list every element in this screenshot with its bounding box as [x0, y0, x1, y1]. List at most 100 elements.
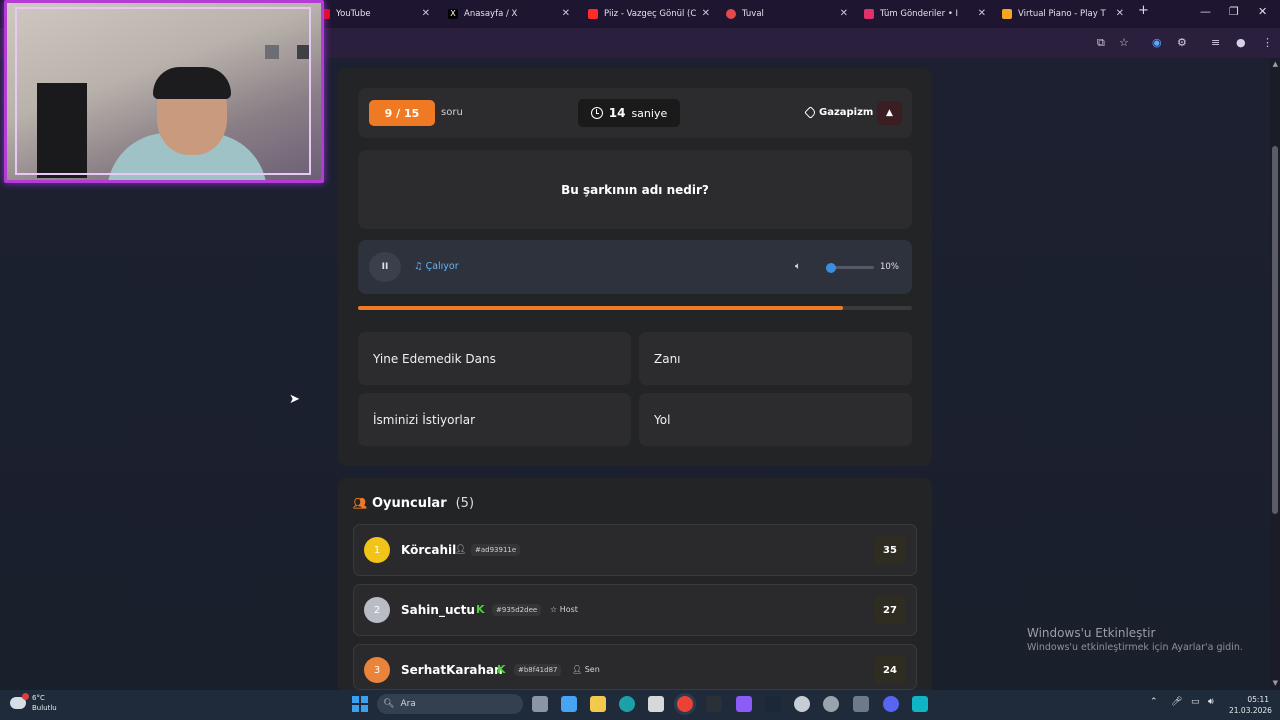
youtube-icon — [588, 9, 598, 19]
song-progress-fill — [358, 306, 843, 310]
close-icon[interactable]: ✕ — [702, 8, 710, 19]
extensions-icon[interactable]: ⚙ — [1177, 36, 1187, 49]
countdown-timer: 14 saniye — [578, 99, 680, 127]
microphone-icon[interactable]: 🎤︎ — [1171, 697, 1182, 707]
music-note-icon: ♫ — [414, 261, 423, 272]
app-icon[interactable] — [736, 696, 752, 712]
tab-title: YouTube — [336, 9, 371, 19]
kick-logo-icon: K — [497, 663, 506, 676]
close-icon[interactable]: ✕ — [422, 8, 430, 19]
rank-badge: 2 — [364, 597, 390, 623]
player-name: Körcahil — [401, 543, 457, 557]
tab-youtube-song[interactable]: Piiz - Vazgeç Gönül (Cove ✕ — [580, 0, 718, 28]
volume-percent: 10% — [880, 262, 899, 272]
audio-playing-icon[interactable]: ◉ — [1152, 36, 1162, 49]
volume-icon[interactable]: 🔈︎ — [795, 261, 801, 272]
close-icon[interactable]: ✕ — [1116, 8, 1124, 19]
webcam-overlay — [4, 0, 324, 183]
player-id: #ad93911e — [471, 544, 521, 556]
task-view-icon[interactable] — [532, 696, 548, 712]
you-badge-label: Sen — [584, 665, 600, 674]
tray-chevron-icon[interactable]: ⌃ — [1150, 697, 1158, 707]
close-icon[interactable]: ✕ — [840, 8, 848, 19]
widgets-icon[interactable] — [561, 696, 577, 712]
weather-widget[interactable]: 6°C Bulutlu — [10, 693, 57, 713]
host-badge-label: Host — [559, 605, 578, 614]
close-icon[interactable]: ✕ — [562, 8, 570, 19]
settings-gear-icon[interactable] — [823, 696, 839, 712]
cloud-icon — [10, 693, 29, 709]
mouse-cursor-icon: ➤ — [289, 392, 300, 407]
steam-icon[interactable] — [765, 696, 781, 712]
clock-time: 05:11 — [1247, 695, 1269, 704]
scroll-down-icon[interactable]: ▼ — [1273, 679, 1278, 687]
file-explorer-icon[interactable] — [590, 696, 606, 712]
minimize-icon[interactable]: — — [1200, 5, 1211, 18]
profile-avatar-icon[interactable]: ● — [1236, 36, 1246, 49]
tab-virtual-piano[interactable]: Virtual Piano - Play The B ✕ — [994, 0, 1132, 28]
taskbar-search[interactable]: 🔍︎ Ara — [377, 694, 523, 714]
start-button[interactable] — [352, 696, 368, 712]
kick-logo-icon: K — [476, 603, 485, 616]
scroll-up-icon[interactable]: ▲ — [1273, 60, 1278, 68]
player-name: SerhatKarahan — [401, 663, 503, 677]
new-tab-button[interactable]: + — [1138, 3, 1149, 18]
chrome-icon[interactable] — [677, 696, 693, 712]
users-icon: 👥︎ — [353, 497, 367, 510]
tab-title: Virtual Piano - Play The B — [1018, 9, 1106, 19]
player-score: 24 — [874, 656, 906, 684]
close-icon[interactable]: ✕ — [978, 8, 986, 19]
weather-text: 6°C Bulutlu — [32, 693, 57, 713]
search-placeholder: Ara — [400, 699, 416, 709]
answer-option[interactable]: Yol — [639, 393, 912, 446]
pause-button[interactable]: II — [369, 252, 401, 282]
tab-youtube[interactable]: YouTube ✕ — [312, 0, 438, 28]
terminal-app-icon[interactable] — [706, 696, 722, 712]
network-icon[interactable]: ▭ — [1191, 697, 1200, 707]
bookmark-star-icon[interactable]: ☆ — [1119, 36, 1129, 49]
volume-slider-handle[interactable] — [826, 263, 836, 273]
restore-icon[interactable]: ❐ — [1229, 5, 1239, 18]
webcam-inner-frame — [15, 7, 311, 175]
scrollbar-thumb[interactable] — [1272, 146, 1278, 514]
close-window-icon[interactable]: ✕ — [1258, 5, 1267, 18]
clock-date: 21.03.2026 — [1229, 706, 1272, 715]
discord-icon[interactable] — [883, 696, 899, 712]
tab-title: Tüm Gönderiler • Insta — [880, 9, 958, 19]
host-badge: ☆ Host — [550, 605, 578, 614]
speaker-icon[interactable]: 🔊︎ — [1208, 697, 1214, 707]
activation-watermark-title: Windows'u Etkinleştir — [1027, 626, 1156, 640]
answer-option[interactable]: Zanı — [639, 332, 912, 385]
playing-status-label: Çalıyor — [425, 261, 459, 272]
tab-title: Tuval — [742, 9, 764, 19]
report-button[interactable]: ▲ — [877, 101, 902, 125]
app-icon[interactable] — [853, 696, 869, 712]
piano-icon — [1002, 9, 1012, 19]
menu-kebab-icon[interactable]: ⋮ — [1262, 36, 1273, 49]
timer-unit: saniye — [631, 106, 668, 120]
store-icon[interactable] — [648, 696, 664, 712]
weather-temp: 6°C — [32, 694, 45, 702]
app-icon[interactable] — [912, 696, 928, 712]
clock-icon — [590, 107, 603, 119]
obs-icon[interactable] — [794, 696, 810, 712]
edge-icon[interactable] — [619, 696, 635, 712]
player-id: #b8f41d87 — [514, 664, 562, 676]
rank-badge: 3 — [364, 657, 390, 683]
player-score: 35 — [874, 536, 906, 564]
tab-instagram[interactable]: Tüm Gönderiler • Insta ✕ — [856, 0, 994, 28]
answer-option[interactable]: Yine Edemedik Dans — [358, 332, 631, 385]
taskbar-clock[interactable]: 05:11 21.03.2026 — [1229, 694, 1272, 716]
you-badge: 👤︎ Sen — [572, 665, 600, 674]
question-counter-label: soru — [441, 107, 463, 118]
playing-status: ♫ Çalıyor — [414, 261, 459, 272]
windows-logo-icon — [352, 696, 359, 703]
rank-badge: 1 — [364, 537, 390, 563]
media-control-icon[interactable]: ≡ — [1211, 36, 1220, 49]
tab-x[interactable]: X Anasayfa / X ✕ — [440, 0, 578, 28]
answer-option[interactable]: İsminizi İstiyorlar — [358, 393, 631, 446]
question-counter: 9 / 15 — [369, 100, 435, 126]
tab-tuval[interactable]: Tuval ✕ — [718, 0, 856, 28]
activation-watermark-subtitle: Windows'u etkinleştirmek için Ayarlar'a … — [1027, 642, 1243, 653]
install-app-icon[interactable]: ⧉ — [1097, 36, 1105, 50]
